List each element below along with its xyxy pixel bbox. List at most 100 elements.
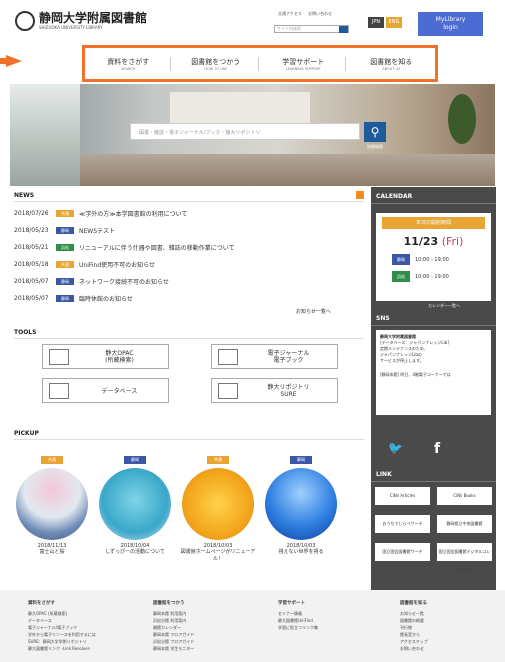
footer-link[interactable]: 電子ジャーナル/電子ブック xyxy=(28,624,96,631)
repository-button[interactable]: 静大リポジトリ SURE xyxy=(211,378,338,403)
footer-link[interactable]: 浜松分館 フロアガイド xyxy=(153,638,194,645)
news-item[interactable]: 2018/05/21 浜松 リニューアルに伴う什器や図書、雑誌の移動作業について xyxy=(14,239,364,256)
mascot-image xyxy=(99,468,171,540)
calendar-heading: CALENDAR xyxy=(371,187,496,204)
footer-link[interactable]: 学外から電子リソースを利用するには xyxy=(28,631,96,638)
news-tag: 浜松 xyxy=(56,244,74,251)
link-cinii-books[interactable]: CiNii Books xyxy=(437,487,492,505)
footer-link[interactable]: セミナー情報 xyxy=(278,610,318,617)
pickup-item[interactable]: 共通 2018/11/13 富士山と桜 xyxy=(13,446,91,556)
calendar-date: 11/23 (Fri) xyxy=(403,235,464,248)
contact-link[interactable]: お問い合わせ xyxy=(308,11,332,16)
pickup-section: PICKUP xyxy=(14,430,364,443)
news-item[interactable]: 2018/05/07 静岡 ネットワーク接続不可のお知らせ xyxy=(14,273,364,290)
sns-icons: 🐦 f xyxy=(388,441,450,457)
news-title[interactable]: ネットワーク接続不可のお知らせ xyxy=(79,277,169,286)
sns-heading: SNS xyxy=(371,309,496,326)
pickup-heading: PICKUP xyxy=(14,430,364,440)
access-link[interactable]: 交通アクセス xyxy=(278,11,302,16)
news-title[interactable]: ≪学外の方≫本学図書館の利用について xyxy=(79,209,187,218)
footer-link[interactable]: 静岡本館 学生モニター xyxy=(153,645,194,652)
nav-how-to-use[interactable]: 図書館をつかう HOW TO USE xyxy=(174,56,259,71)
pickup-item[interactable]: 共通 2018/10/03 図書館ホームページがリニューアル！ xyxy=(179,446,257,563)
link-cinii-articles[interactable]: CiNii Articles xyxy=(375,487,430,505)
footer-link[interactable]: 静岡本館 利用案内 xyxy=(153,610,194,617)
facebook-icon[interactable]: f xyxy=(434,441,450,457)
magnifier-icon xyxy=(218,349,238,365)
nav-learning-support[interactable]: 学習サポート LEARNING SUPPORT xyxy=(261,56,347,71)
mylibrary-login-button[interactable]: MyLibrary login xyxy=(418,12,483,36)
news-date: 2018/05/21 xyxy=(14,244,49,251)
database-button[interactable]: データベース xyxy=(42,378,169,403)
pickup-tag: 共通 xyxy=(207,456,229,464)
footer-link[interactable]: 学習に役立つリンク集 xyxy=(278,624,318,631)
pickup-item[interactable]: 静岡 2018/10/04 しずっぴーの活動について xyxy=(96,446,174,556)
footer-link[interactable]: データベース xyxy=(28,617,96,624)
footer-link[interactable]: 静岡本館 フロアガイド xyxy=(153,631,194,638)
search-icon[interactable]: ⚲ xyxy=(364,122,386,142)
footer-link[interactable]: 図書館の概要 xyxy=(400,617,428,624)
news-list: 2018/07/26 共通 ≪学外の方≫本学図書館の利用について 2018/05/23… xyxy=(14,205,364,307)
footer-link[interactable]: 開館カレンダー xyxy=(153,624,194,631)
link-ndl-digital[interactable]: 国立国会図書館デジタルコレクション xyxy=(437,543,492,572)
footer-link[interactable]: お問い合わせ xyxy=(400,645,428,652)
footer-link[interactable]: 静大OPAC (所蔵検索) xyxy=(28,610,96,617)
news-more-link[interactable]: お知らせ一覧へ xyxy=(296,308,331,315)
footer-col-about: 図書館を知る お知らせ一覧 図書館の概要 刊行物 館長室から アクセスマップ お問い合わせ xyxy=(400,600,428,652)
tools-heading: TOOLS xyxy=(14,329,364,339)
news-date: 2018/05/07 xyxy=(14,295,49,302)
news-title[interactable]: 臨時休館のお知らせ xyxy=(79,294,133,303)
advanced-search-link[interactable]: 詳細検索 xyxy=(367,144,383,150)
footer-link[interactable]: アクセスマップ xyxy=(400,638,428,645)
news-item[interactable]: 2018/05/07 静岡 臨時休館のお知らせ xyxy=(14,290,364,307)
footer-link[interactable]: 館長室から xyxy=(400,631,428,638)
news-item[interactable]: 2018/05/18 共通 UniFind使用不可のお知らせ xyxy=(14,256,364,273)
lang-eng-button[interactable]: ENG xyxy=(386,17,402,28)
news-date: 2018/05/07 xyxy=(14,278,49,285)
site-search-button[interactable] xyxy=(339,26,348,33)
pickup-item[interactable]: 静岡 2018/10/03 視えない世界を視る xyxy=(262,446,340,556)
link-heading: LINK xyxy=(371,465,496,482)
news-section: NEWS 2018/07/26 共通 ≪学外の方≫本学図書館の利用について 2018/… xyxy=(14,191,364,307)
footer-link[interactable]: SURE：静岡大学学術リポジトリ xyxy=(28,638,96,645)
site-search-input[interactable]: サイト内検索 xyxy=(274,25,349,33)
sns-feed[interactable]: 静岡大学附属図書館 [データベース：ジャパンナレッジLib] 定期メンテナンスの… xyxy=(376,330,491,415)
university-emblem-icon xyxy=(15,11,35,31)
link-ouchi-search[interactable]: おうちでしらベサーチ xyxy=(375,515,430,533)
footer-link[interactable]: 静大図書館リンク -Link Resolver- xyxy=(28,645,96,652)
footer-link[interactable]: 刊行物 xyxy=(400,624,428,631)
globe-icon xyxy=(218,383,238,399)
news-title[interactable]: NEWSテスト xyxy=(79,226,115,235)
link-prefectural-library[interactable]: 静岡県立中央図書館 xyxy=(437,515,492,533)
catalog-search-input[interactable]: 図書・雑誌・電子ジャーナル/ブック・静大リポジトリ xyxy=(130,123,360,140)
news-tag: 静岡 xyxy=(56,278,74,285)
footer-col-search: 資料をさがす 静大OPAC (所蔵検索) データベース 電子ジャーナル/電子ブック 学外… xyxy=(28,600,96,652)
footer-link[interactable]: 浜松分館 利用案内 xyxy=(153,617,194,624)
news-item[interactable]: 2018/07/26 共通 ≪学外の方≫本学図書館の利用について xyxy=(14,205,364,222)
lang-jpn-button[interactable]: JPN xyxy=(368,17,384,28)
opac-button[interactable]: 静大OPAC (所蔵検索) xyxy=(42,344,169,369)
nav-about-us[interactable]: 図書館を知る ABOUT US xyxy=(349,57,434,71)
news-tag: 共通 xyxy=(56,261,74,268)
header: 静岡大学附属図書館 SHIZUOKA UNIVERSITY LIBRARY 交通… xyxy=(0,0,505,44)
news-item[interactable]: 2018/05/23 静岡 NEWSテスト xyxy=(14,222,364,239)
news-tag: 静岡 xyxy=(56,227,74,234)
footer: 資料をさがす 静大OPAC (所蔵検索) データベース 電子ジャーナル/電子ブック 学外… xyxy=(0,590,505,662)
news-date: 2018/07/26 xyxy=(14,210,49,217)
link-ndl-search[interactable]: 国立国会図書館サーチ xyxy=(375,543,430,561)
rss-icon[interactable] xyxy=(356,191,364,199)
twitter-icon[interactable]: 🐦 xyxy=(388,441,404,455)
calendar-row: 静岡 10:00 - 19:00 xyxy=(392,254,491,265)
news-heading: NEWS xyxy=(14,191,364,202)
footer-heading: 学習サポート xyxy=(278,601,305,606)
footer-heading: 図書館をつかう xyxy=(153,601,185,606)
footer-link[interactable]: 静大図書館UniFind xyxy=(278,617,318,624)
ejournal-button[interactable]: 電子ジャーナル 電子ブック xyxy=(211,344,338,369)
library-logo[interactable]: 静岡大学附属図書館 SHIZUOKA UNIVERSITY LIBRARY xyxy=(15,11,147,31)
nav-search[interactable]: 資料をさがす SEARCH xyxy=(86,56,172,71)
news-tag: 静岡 xyxy=(56,295,74,302)
news-title[interactable]: リニューアルに伴う什器や図書、雑誌の移動作業について xyxy=(79,243,235,252)
news-title[interactable]: UniFind使用不可のお知らせ xyxy=(79,260,155,269)
footer-link[interactable]: お知らせ一覧 xyxy=(400,610,428,617)
calendar-widget: 本日の開館時間 11/23 (Fri) 静岡 10:00 - 19:00 浜松 10… xyxy=(376,213,491,301)
